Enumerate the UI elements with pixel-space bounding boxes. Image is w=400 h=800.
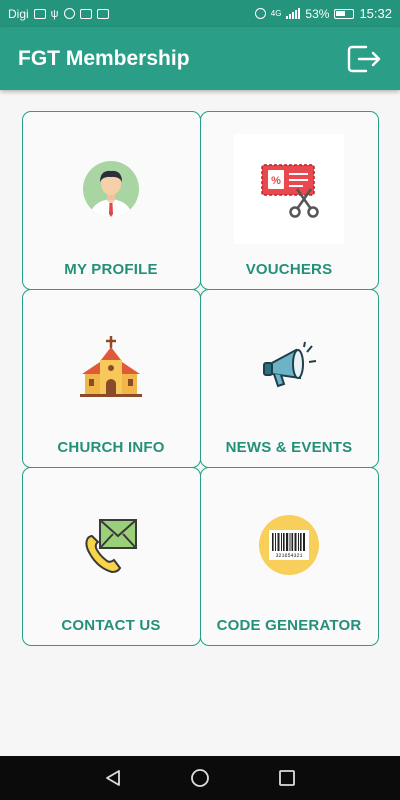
- whatsapp-icon: [63, 8, 75, 19]
- menu-grid: MY PROFILE % VOUCHERS CHURCH INFO NEWS &…: [21, 110, 379, 646]
- voucher-scissors-icon: %: [261, 163, 319, 218]
- tile-label: CHURCH INFO: [57, 438, 165, 456]
- tile-label: VOUCHERS: [245, 260, 333, 278]
- recents-button[interactable]: [269, 760, 305, 796]
- battery-icon: [334, 8, 355, 19]
- recents-square-icon: [278, 770, 295, 786]
- alarm-icon: [254, 8, 266, 19]
- navigation-bar: [0, 756, 400, 800]
- clock: 15:32: [359, 6, 392, 21]
- tile-label: NEWS & EVENTS: [225, 438, 353, 456]
- tile-icon-box: [56, 134, 166, 244]
- barcode-icon: 321654321: [259, 514, 319, 575]
- svg-text:%: %: [271, 175, 281, 187]
- usb-icon: ψ: [50, 7, 59, 20]
- tile-label: CODE GENERATOR: [216, 616, 362, 634]
- megaphone-icon: [263, 341, 317, 387]
- gmail-icon: [96, 8, 109, 19]
- tile-icon-box: [56, 490, 166, 600]
- carrier-name: Digi: [8, 6, 29, 21]
- network-type: 4G: [270, 9, 282, 18]
- phone-mail-icon: [85, 518, 137, 573]
- home-circle-icon: [191, 769, 209, 787]
- logout-icon: [347, 45, 381, 72]
- my-profile-tile[interactable]: MY PROFILE: [21, 110, 201, 290]
- status-right: 4G 53% 15:32: [254, 6, 392, 21]
- back-button[interactable]: [95, 760, 131, 796]
- mail-icon: [79, 8, 92, 19]
- vouchers-tile[interactable]: % VOUCHERS: [199, 110, 379, 290]
- back-triangle-icon: [106, 770, 121, 786]
- tile-icon-box: [56, 312, 166, 422]
- contact-us-tile[interactable]: CONTACT US: [21, 466, 201, 646]
- status-left: Digi ψ: [8, 7, 109, 21]
- code-generator-tile[interactable]: 321654321 CODE GENERATOR: [199, 466, 379, 646]
- home-button[interactable]: [182, 760, 218, 796]
- logout-button[interactable]: [346, 41, 382, 77]
- news-events-tile[interactable]: NEWS & EVENTS: [199, 288, 379, 468]
- app-bar: FGT Membership: [0, 27, 400, 90]
- barcode-number: 321654321: [275, 553, 302, 559]
- church-info-tile[interactable]: CHURCH INFO: [21, 288, 201, 468]
- tile-label: MY PROFILE: [64, 260, 158, 278]
- laptop-icon: [33, 8, 46, 19]
- church-icon: [80, 335, 142, 397]
- tile-icon-box: [234, 312, 344, 422]
- profile-avatar-icon: [83, 160, 139, 217]
- status-bar: Digi ψ 4G 53% 15:32: [0, 0, 400, 27]
- battery-percent: 53%: [305, 6, 330, 21]
- app-title: FGT Membership: [18, 46, 190, 70]
- signal-icon: [286, 8, 301, 19]
- tile-icon-box: %: [234, 133, 344, 244]
- tile-icon-box: 321654321: [234, 490, 344, 600]
- tile-label: CONTACT US: [61, 616, 161, 634]
